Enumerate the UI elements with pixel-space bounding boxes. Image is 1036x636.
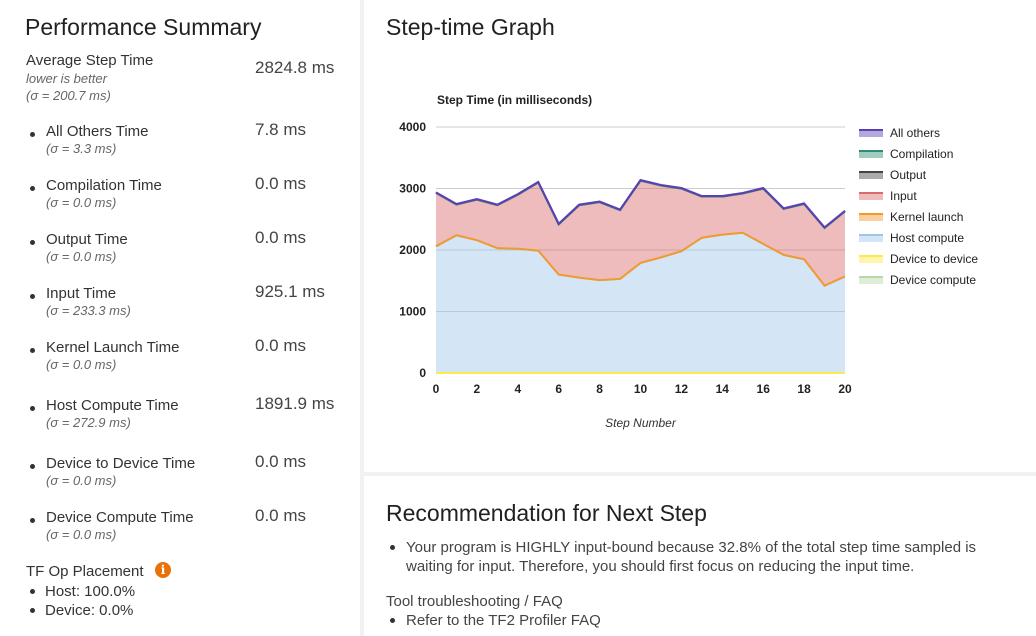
metric-label: Kernel Launch Time [46, 339, 180, 356]
recommendation-line-2: waiting for input. Therefore, you should… [406, 558, 915, 575]
x-tick-label: 18 [797, 382, 811, 396]
metric-sigma: (σ = 3.3 ms) [46, 141, 117, 156]
legend-label: Input [890, 189, 917, 203]
legend-swatch-line [859, 150, 883, 152]
metric-value: 0.0 ms [255, 336, 307, 355]
legend-label: Kernel launch [890, 210, 963, 224]
bullet-icon [30, 608, 35, 613]
bullet-icon [30, 294, 35, 299]
x-tick-label: 2 [474, 382, 481, 396]
metric-value: 1891.9 ms [255, 394, 335, 413]
metric-label: Device to Device Time [46, 455, 196, 472]
y-tick-label: 0 [419, 366, 426, 380]
bullet-icon [30, 186, 35, 191]
x-tick-label: 0 [433, 382, 440, 396]
metric-value: 0.0 ms [255, 228, 307, 247]
x-tick-label: 12 [675, 382, 689, 396]
faq-title: Tool troubleshooting / FAQ [386, 593, 563, 610]
legend-swatch-line [859, 192, 883, 194]
legend-swatch-line [859, 129, 883, 131]
x-tick-label: 4 [514, 382, 521, 396]
metric-sigma: (σ = 233.3 ms) [46, 303, 131, 318]
metric-label: All Others Time [46, 123, 149, 140]
metric-sigma: (σ = 0.0 ms) [46, 357, 117, 372]
x-tick-label: 14 [716, 382, 730, 396]
legend-swatch-line [859, 255, 883, 257]
average-step-time-sigma: (σ = 200.7 ms) [26, 88, 111, 103]
y-tick-label: 4000 [399, 120, 426, 134]
bullet-icon [30, 348, 35, 353]
bullet-icon [30, 240, 35, 245]
performance-summary-panel: Performance Summary Average Step Time lo… [0, 0, 360, 636]
placement-device: Device: 0.0% [45, 602, 134, 619]
bullet-icon [390, 545, 395, 550]
bullet-icon [390, 618, 395, 623]
metric-label: Compilation Time [46, 177, 162, 194]
recommendation-line-1: Your program is HIGHLY input-bound becau… [406, 539, 977, 556]
metric-sigma: (σ = 272.9 ms) [46, 415, 131, 430]
average-step-time-note: lower is better [26, 71, 107, 86]
metric-sigma: (σ = 0.0 ms) [46, 195, 117, 210]
x-tick-label: 20 [838, 382, 852, 396]
bullet-icon [30, 132, 35, 137]
average-step-time-value: 2824.8 ms [255, 58, 335, 77]
metric-label: Device Compute Time [46, 509, 194, 526]
recommendation-title: Recommendation for Next Step [386, 500, 707, 526]
metric-label: Input Time [46, 285, 117, 302]
y-tick-label: 3000 [399, 182, 426, 196]
chart-title: Step Time (in milliseconds) [437, 93, 592, 107]
faq-link[interactable]: Refer to the TF2 Profiler FAQ [406, 611, 601, 630]
legend-label: All others [890, 126, 940, 140]
bullet-icon [30, 464, 35, 469]
legend-swatch-line [859, 234, 883, 236]
recommendation-panel: Recommendation for Next Step Your progra… [364, 476, 1036, 636]
legend-label: Output [890, 168, 927, 182]
placement-host: Host: 100.0% [45, 583, 136, 600]
bullet-icon [30, 406, 35, 411]
legend-swatch-line [859, 276, 883, 278]
average-step-time-label: Average Step Time [26, 52, 154, 69]
bullet-icon [30, 589, 35, 594]
metric-sigma: (σ = 0.0 ms) [46, 473, 117, 488]
legend-swatch-line [859, 171, 883, 173]
y-tick-label: 2000 [399, 243, 426, 257]
metric-label: Host Compute Time [46, 397, 179, 414]
legend-label: Device compute [890, 273, 976, 287]
x-axis-label: Step Number [605, 416, 677, 430]
metric-sigma: (σ = 0.0 ms) [46, 249, 117, 264]
legend-label: Host compute [890, 231, 964, 245]
metric-value: 0.0 ms [255, 506, 307, 525]
x-tick-label: 10 [634, 382, 648, 396]
tf-op-placement-title: TF Op Placement [26, 563, 144, 580]
metric-label: Output Time [46, 231, 128, 248]
performance-summary-title: Performance Summary [25, 14, 262, 40]
metric-value: 0.0 ms [255, 174, 307, 193]
x-tick-label: 8 [596, 382, 603, 396]
legend-label: Compilation [890, 147, 953, 161]
metric-value: 0.0 ms [255, 452, 307, 471]
x-tick-label: 6 [555, 382, 562, 396]
x-tick-label: 16 [757, 382, 771, 396]
info-icon[interactable]: i [155, 562, 171, 578]
legend-label: Device to device [890, 252, 978, 266]
step-time-chart: Step Time (in milliseconds) 0 1000 2000 3000… [399, 93, 978, 430]
y-tick-label: 1000 [399, 305, 426, 319]
bullet-icon [30, 518, 35, 523]
metric-value: 925.1 ms [255, 282, 325, 301]
legend-swatch-line [859, 213, 883, 215]
metric-sigma: (σ = 0.0 ms) [46, 527, 117, 542]
step-time-graph-panel: Step-time Graph Step Time (in millisecon… [364, 0, 1036, 472]
metric-value: 7.8 ms [255, 120, 307, 139]
